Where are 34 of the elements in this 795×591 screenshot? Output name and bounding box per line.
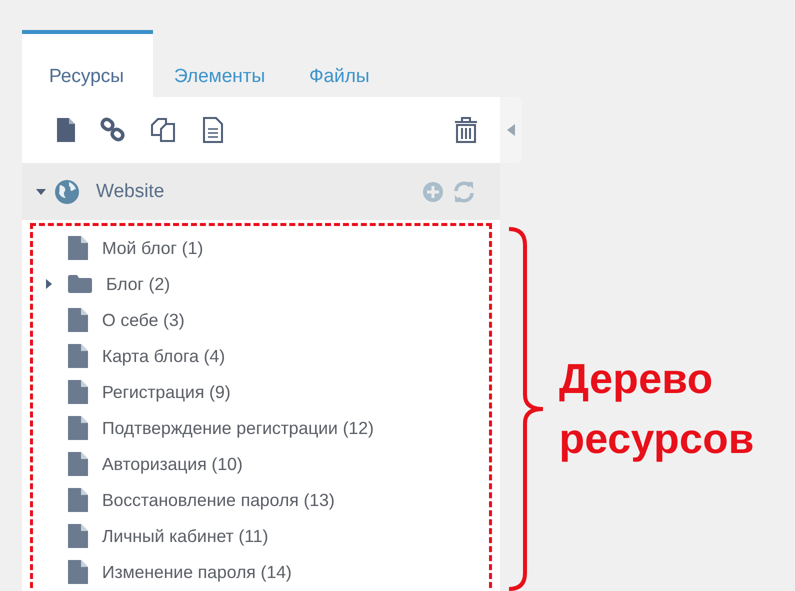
trash-icon[interactable] — [454, 116, 478, 144]
page-icon — [68, 452, 88, 476]
page-icon — [68, 236, 88, 260]
caret-icon[interactable] — [44, 279, 54, 289]
page-icon — [68, 308, 88, 332]
tree-item[interactable]: Регистрация (9) — [102, 382, 231, 402]
globe-icon — [54, 178, 80, 204]
page-icon — [68, 488, 88, 512]
page-icon — [68, 416, 88, 440]
text-document-icon[interactable] — [202, 116, 224, 144]
folder-icon — [68, 275, 92, 293]
tab[interactable]: Ресурсы — [22, 30, 153, 97]
tree-item[interactable]: Личный кабинет (11) — [102, 526, 268, 546]
caret-icon[interactable] — [36, 186, 46, 196]
tree-item[interactable]: Подтверждение регистрации (12) — [102, 418, 374, 438]
document-icon[interactable] — [56, 117, 76, 143]
tree-item[interactable]: О себе (3) — [102, 310, 185, 330]
copy-icon[interactable] — [150, 117, 178, 143]
tree-item[interactable]: Авторизация (10) — [102, 454, 243, 474]
tree-item[interactable]: Восстановление пароля (13) — [102, 490, 335, 510]
page-icon — [68, 344, 88, 368]
link-icon[interactable] — [100, 117, 126, 143]
page-icon — [68, 380, 88, 404]
page-icon — [68, 560, 88, 584]
tree-item[interactable]: Мой блог (1) — [102, 238, 204, 258]
page-icon — [68, 524, 88, 548]
tree-item[interactable]: Блог (2) — [106, 274, 170, 294]
tree-item[interactable]: Изменение пароля (14) — [102, 562, 292, 582]
annotation-text: Дерево — [559, 358, 714, 400]
annotation-text: ресурсов — [559, 418, 754, 460]
collapse-handle[interactable] — [500, 97, 522, 163]
tree-item[interactable]: Карта блога (4) — [102, 346, 226, 366]
tree-root-row[interactable]: Website — [22, 163, 500, 220]
root-label: Website — [96, 180, 164, 202]
